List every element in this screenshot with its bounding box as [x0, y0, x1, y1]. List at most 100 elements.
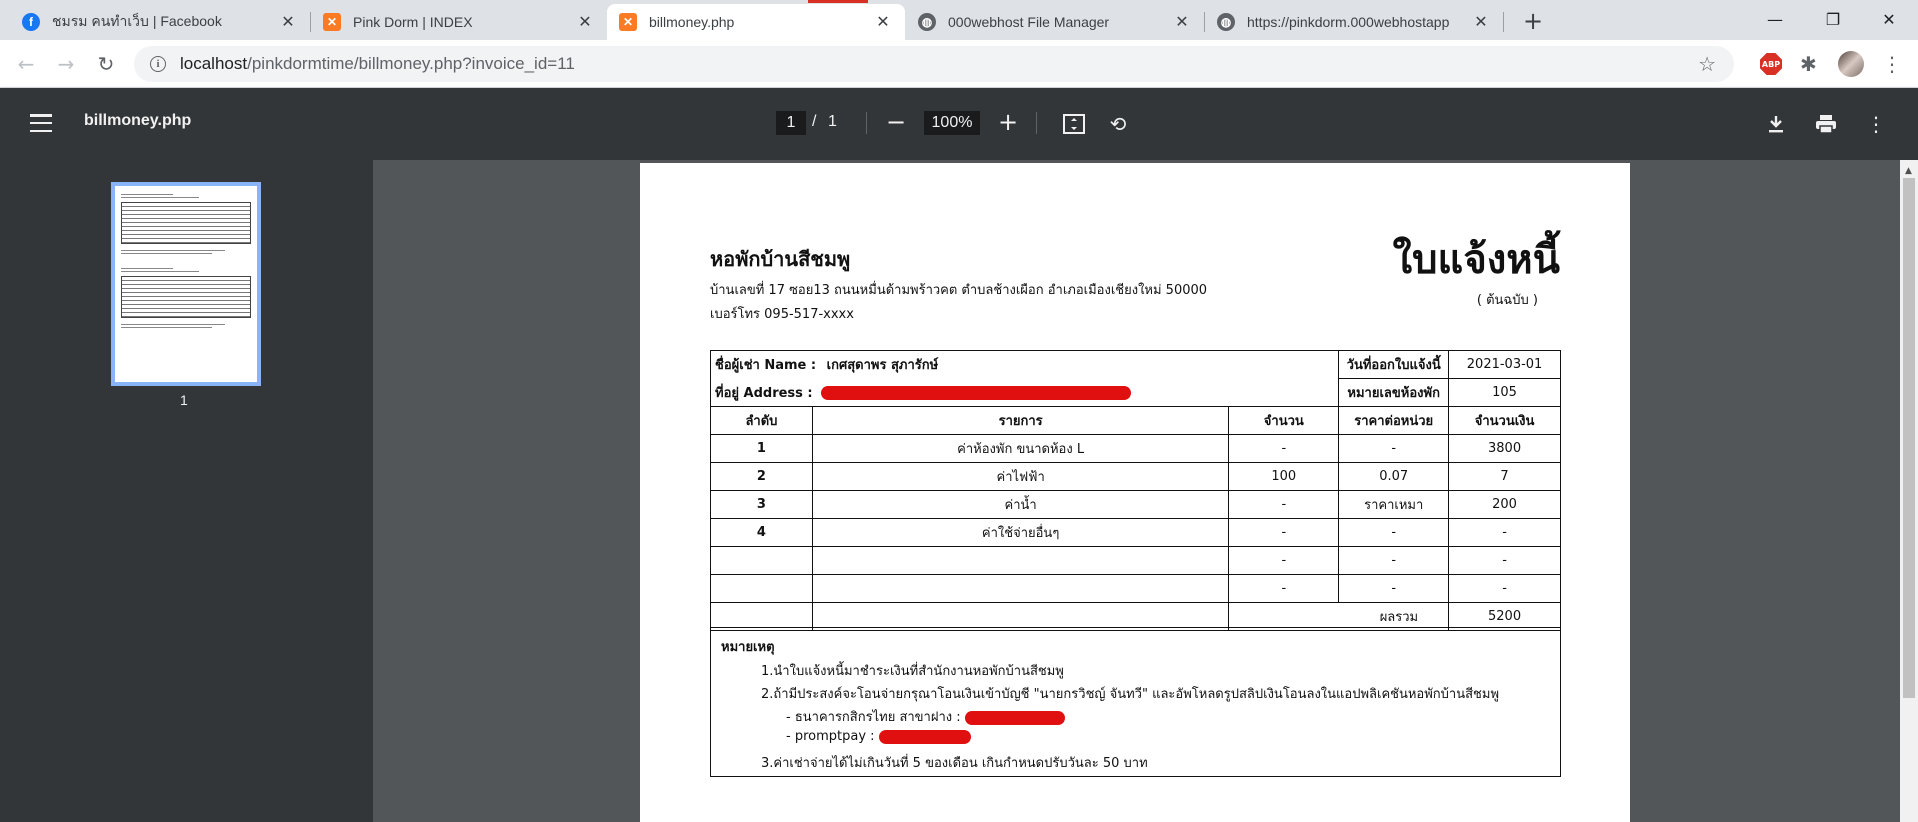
info-icon[interactable]: i [150, 56, 166, 72]
close-icon[interactable]: ✕ [575, 12, 595, 32]
tab-pinkdorm-webhost[interactable]: ◍ https://pinkdorm.000webhostapp ✕ [1205, 4, 1503, 40]
cell-no: 1 [710, 434, 813, 463]
profile-avatar[interactable] [1838, 51, 1864, 77]
browser-menu-icon[interactable]: ⋮ [1882, 52, 1902, 76]
reload-button[interactable]: ↻ [92, 50, 120, 78]
thumbnail-page-number: 1 [180, 392, 188, 408]
tab-title: https://pinkdorm.000webhostapp [1247, 14, 1450, 30]
cell-amount: - [1448, 546, 1561, 575]
rotate-icon[interactable]: ⟲ [1104, 110, 1132, 138]
page-total: 1 [828, 113, 837, 130]
more-options-icon[interactable]: ⋮ [1862, 110, 1890, 138]
forward-button[interactable]: → [52, 50, 80, 78]
tab-pink-dorm[interactable]: ✕ Pink Dorm | INDEX ✕ [311, 4, 607, 40]
note-line: 3.ค่าเช่าจ่ายได้ไม่เกินวันที่ 5 ของเดือน… [761, 756, 1148, 771]
address-cell: ที่อยู่ Address : [709, 378, 1340, 407]
col-header-no: ลำดับ [710, 406, 813, 435]
adblock-icon[interactable]: ABP [1760, 53, 1782, 75]
close-icon[interactable]: ✕ [278, 12, 298, 32]
notes-box: หมายเหตุ 1.นำใบแจ้งหนี้มาชำระเงินที่สำนั… [710, 627, 1561, 777]
thumb-line [121, 268, 173, 269]
zoom-input[interactable]: 100% [924, 111, 980, 135]
promptpay-label: - promptpay : [786, 729, 875, 744]
cell-amount: - [1448, 574, 1561, 603]
col-header-item: รายการ [811, 406, 1230, 435]
cell-no [710, 574, 813, 603]
thumb-line [121, 197, 199, 198]
note-line: - ธนาคารกสิกรไทย สาขาฝาง : [786, 706, 1065, 727]
thumb-table [121, 276, 251, 318]
menu-icon[interactable] [30, 114, 52, 132]
cell-item: ค่าไฟฟ้า [811, 462, 1230, 491]
tenant-cell: ชื่อผู้เช่า Name : เกศสุดาพร สุภารักษ์ [709, 350, 1340, 379]
tenant-label: ชื่อผู้เช่า Name : [715, 358, 817, 374]
redaction-mark [821, 386, 1132, 401]
note-line: 2.ถ้ามีประสงค์จะโอนจ่ายกรุณาโอนเงินเข้าบ… [761, 687, 1500, 702]
minimize-button[interactable]: — [1752, 4, 1798, 34]
download-icon[interactable] [1762, 110, 1790, 138]
url-path: /pinkdormtime/billmoney.php?invoice_id=1… [247, 54, 575, 73]
tab-facebook[interactable]: f ชมรม คนทำเว็บ | Facebook ✕ [10, 4, 310, 40]
note-line: - promptpay : [786, 729, 971, 744]
close-icon[interactable]: ✕ [873, 12, 893, 32]
pdf-title: billmoney.php [84, 112, 192, 129]
cell-no: 2 [710, 462, 813, 491]
thumbnail-sidebar: 1 [0, 160, 373, 822]
tab-billmoney[interactable]: ✕ billmoney.php ✕ [607, 4, 905, 40]
xampp-icon: ✕ [323, 13, 341, 31]
tab-file-manager[interactable]: ◍ 000webhost File Manager ✕ [906, 4, 1204, 40]
print-icon[interactable] [1812, 110, 1840, 138]
fit-page-icon[interactable] [1060, 110, 1088, 138]
cell-amount: 200 [1448, 490, 1561, 519]
invoice-page: หอพักบ้านสีชมพู บ้านเลขที่ 17 ซอย13 ถนนห… [640, 163, 1630, 822]
tenant-row: ชื่อผู้เช่า Name : เกศสุดาพร สุภารักษ์ ว… [709, 350, 1561, 379]
col-header-amount: จำนวนเงิน [1448, 406, 1561, 435]
thumb-line [121, 253, 212, 254]
pdf-viewer[interactable]: หอพักบ้านสีชมพู บ้านเลขที่ 17 ซอย13 ถนนห… [373, 160, 1918, 822]
cell-amount: 3800 [1448, 434, 1561, 463]
tab-title: ชมรม คนทำเว็บ | Facebook [52, 13, 222, 29]
redaction-mark [878, 729, 971, 744]
close-window-button[interactable]: ✕ [1866, 4, 1912, 34]
cell-qty: - [1228, 490, 1340, 519]
vertical-scrollbar[interactable]: ▲ [1900, 160, 1918, 822]
close-icon[interactable]: ✕ [1172, 12, 1192, 32]
browser-toolbar: ← → ↻ i localhost/pinkdormtime/billmoney… [0, 40, 1918, 88]
bank-label: - ธนาคารกสิกรไทย สาขาฝาง : [786, 710, 961, 725]
table-row: - - - [710, 574, 1561, 603]
issue-date-label: วันที่ออกใบแจ้งนี้ [1338, 350, 1450, 379]
cell-item: ค่าใช้จ่ายอื่นๆ [811, 518, 1230, 547]
address-bar[interactable]: i localhost/pinkdormtime/billmoney.php?i… [134, 46, 1734, 82]
table-row: 3 ค่าน้ำ - ราคาเหมา 200 [710, 490, 1561, 519]
cell-amount: 7 [1448, 462, 1561, 491]
tab-title: 000webhost File Manager [948, 14, 1110, 30]
page-thumbnail[interactable] [111, 182, 261, 386]
toolbar-divider [1036, 112, 1037, 134]
tab-title: billmoney.php [649, 14, 735, 30]
cell-qty: 100 [1228, 462, 1340, 491]
globe-icon: ◍ [1217, 13, 1235, 31]
thumb-line [121, 250, 225, 251]
page-number-input[interactable]: 1 [776, 111, 806, 135]
notes-title: หมายเหตุ [721, 640, 775, 655]
url-text[interactable]: localhost/pinkdormtime/billmoney.php?inv… [180, 54, 575, 74]
close-icon[interactable]: ✕ [1471, 12, 1491, 32]
xampp-icon: ✕ [619, 13, 637, 31]
back-button[interactable]: ← [12, 50, 40, 78]
restore-button[interactable]: ❐ [1810, 4, 1856, 34]
zoom-in-button[interactable]: + [994, 108, 1022, 136]
url-host: localhost [180, 54, 248, 73]
table-row: 2 ค่าไฟฟ้า 100 0.07 7 [710, 462, 1561, 491]
cell-item: ค่าน้ำ [811, 490, 1230, 519]
cell-no: 3 [710, 490, 813, 519]
invoice-table: ชื่อผู้เช่า Name : เกศสุดาพร สุภารักษ์ ว… [709, 350, 1561, 631]
zoom-out-button[interactable]: − [882, 108, 910, 136]
globe-icon: ◍ [918, 13, 936, 31]
cell-item: ค่าห้องพัก ขนาดห้อง L [811, 434, 1230, 463]
table-row: 1 ค่าห้องพัก ขนาดห้อง L - - 3800 [710, 434, 1561, 463]
scroll-thumb[interactable] [1903, 178, 1915, 698]
extensions-icon[interactable]: ✱ [1800, 52, 1817, 76]
star-icon[interactable]: ☆ [1698, 52, 1716, 76]
new-tab-button[interactable]: + [1520, 7, 1546, 35]
scroll-up-arrow-icon[interactable]: ▲ [1905, 166, 1912, 176]
